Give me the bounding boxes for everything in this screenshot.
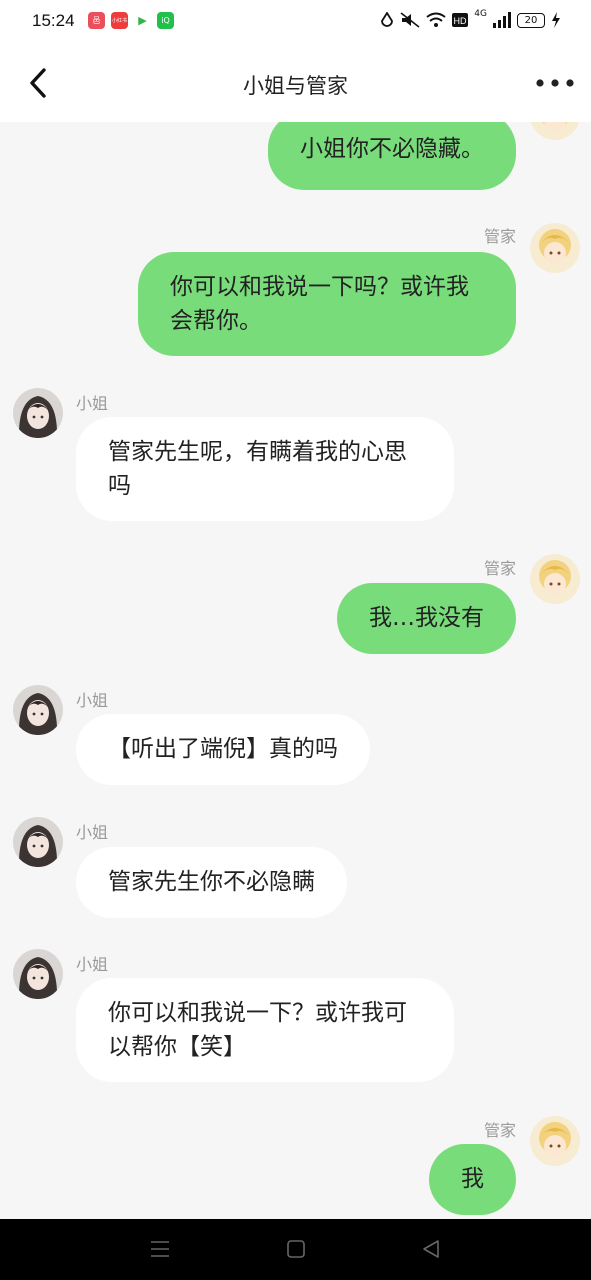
- message-bubble: 管家先生你不必隐瞒: [76, 847, 347, 918]
- notification-icons: 邑 小红书 ▶ iQ: [88, 12, 174, 29]
- sender-name: 小姐: [76, 955, 109, 974]
- miss-avatar[interactable]: [13, 817, 63, 867]
- sender-name: 小姐: [76, 394, 109, 413]
- sender-name: 小姐: [76, 691, 109, 710]
- message-text: 管家先生呢，有瞒着我的心思吗: [108, 439, 407, 499]
- message-bubble: 管家先生呢，有瞒着我的心思吗: [76, 417, 454, 521]
- app-notification-icon: 小红书: [111, 12, 128, 29]
- app-notification-icon: iQ: [157, 12, 174, 29]
- message-bubble: 【听出了端倪】真的吗: [76, 714, 370, 785]
- system-nav-bar: [0, 1219, 591, 1280]
- data-saver-icon: [381, 12, 394, 27]
- message-text: 管家先生你不必隐瞒: [108, 869, 315, 895]
- message-bubble: 我…我没有: [337, 583, 516, 654]
- butler-avatar[interactable]: [530, 223, 580, 273]
- message-text: 你可以和我说一下吗？或许我会帮你。: [170, 274, 469, 334]
- hd-icon: HD: [452, 13, 469, 27]
- message-bubble: 你可以和我说一下？或许我可以帮你【笑】: [76, 978, 454, 1082]
- sender-name: 小姐: [76, 823, 109, 842]
- butler-avatar[interactable]: [530, 554, 580, 604]
- battery-icon: 20: [517, 12, 545, 28]
- app-notification-icon: 邑: [88, 12, 105, 29]
- status-bar: 15:24 邑 小红书 ▶ iQ HD 4G 20: [0, 0, 591, 44]
- message-text: 【听出了端倪】真的吗: [108, 736, 338, 762]
- message-bubble: 你可以和我说一下吗？或许我会帮你。: [138, 252, 516, 356]
- home-icon[interactable]: [286, 1239, 306, 1259]
- chat-area[interactable]: 小姐你不必隐藏。 管家 你可以和我说一下吗？或许我会帮你。 小姐 管家先生呢，有…: [0, 122, 591, 1219]
- page-title: 小姐与管家: [243, 74, 348, 98]
- message-text: 你可以和我说一下？或许我可以帮你【笑】: [108, 1000, 407, 1060]
- sender-name: 管家: [483, 1121, 516, 1140]
- miss-avatar[interactable]: [13, 949, 63, 999]
- sender-name: 管家: [483, 227, 516, 246]
- mute-icon: [400, 12, 420, 28]
- butler-avatar[interactable]: [530, 1116, 580, 1166]
- message-text: 我…我没有: [369, 605, 484, 631]
- message-text: 我: [461, 1166, 484, 1192]
- miss-avatar[interactable]: [13, 388, 63, 438]
- wifi-icon: [426, 12, 446, 27]
- status-time: 15:24: [32, 11, 75, 30]
- menu-icon[interactable]: [149, 1239, 171, 1259]
- message-bubble: 我: [429, 1144, 516, 1215]
- message-text: 小姐你不必隐藏。: [300, 136, 484, 162]
- header: 小姐与管家: [0, 44, 591, 122]
- signal-icon: [493, 12, 511, 28]
- message-bubble: 小姐你不必隐藏。: [268, 122, 516, 190]
- sender-name: 管家: [483, 559, 516, 578]
- butler-avatar[interactable]: [530, 122, 580, 140]
- network-type: 4G: [474, 9, 487, 19]
- charging-icon: [552, 12, 560, 28]
- svg-text:HD: HD: [454, 16, 467, 26]
- back-icon[interactable]: [421, 1239, 441, 1259]
- miss-avatar[interactable]: [13, 685, 63, 735]
- more-options-icon[interactable]: [535, 74, 575, 92]
- status-indicators: HD 4G 20: [380, 9, 561, 28]
- app-notification-icon: ▶: [134, 12, 151, 29]
